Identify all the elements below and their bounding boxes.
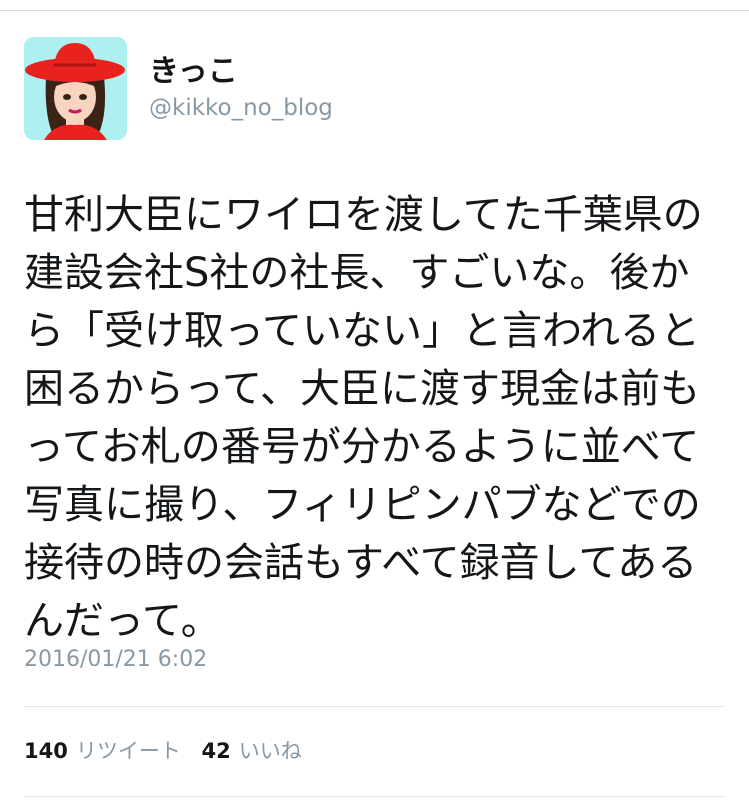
stats-bottom-divider (24, 796, 725, 797)
top-divider (0, 10, 749, 11)
user-handle[interactable]: @kikko_no_blog (149, 94, 333, 122)
retweet-label: リツイート (75, 739, 181, 763)
tweet-timestamp[interactable]: 2016/01/21 6:02 (24, 645, 207, 675)
like-stat[interactable]: 42 いいね (202, 736, 302, 766)
retweet-stat[interactable]: 140 リツイート (24, 736, 181, 766)
retweet-count: 140 (24, 739, 68, 763)
display-name[interactable]: きっこ (149, 55, 238, 89)
avatar-woman-red-hat-icon (24, 37, 127, 140)
tweet-text: 甘利大臣にワイロを渡してた千葉県の建設会社S社の社長、すごいな。後から「受け取っ… (24, 192, 703, 644)
stats-top-divider (24, 706, 725, 707)
like-label: いいね (238, 739, 302, 763)
tweet-stats: 140 リツイート 42 いいね (24, 736, 316, 766)
avatar[interactable] (24, 37, 127, 140)
like-count: 42 (201, 739, 231, 763)
